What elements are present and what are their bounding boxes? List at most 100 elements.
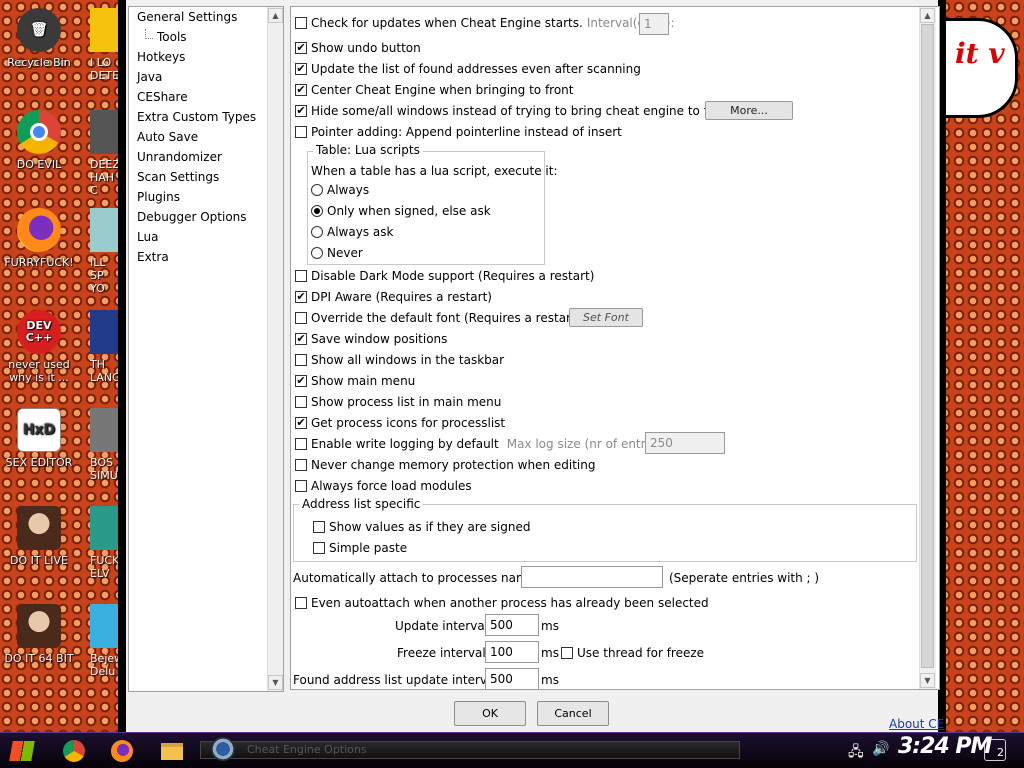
tree-item-extra-custom-types[interactable]: Extra Custom Types <box>137 110 256 124</box>
show-process-list-checkbox[interactable] <box>295 396 307 408</box>
show-main-menu-option[interactable]: ✔ Show main menu <box>295 373 415 389</box>
hide-windows-checkbox[interactable]: ✔ <box>295 105 307 117</box>
scroll-down-icon[interactable]: ▼ <box>268 675 283 690</box>
never-change-protection-option[interactable]: Never change memory protection when edit… <box>295 457 595 473</box>
pointer-adding-checkbox[interactable] <box>295 126 307 138</box>
desktop-icon-partial[interactable]: I LO DETECT <box>90 8 120 82</box>
lua-always-ask-option[interactable]: Always ask <box>311 224 393 240</box>
dpi-aware-option[interactable]: ✔ DPI Aware (Requires a restart) <box>295 289 492 305</box>
simple-paste-checkbox[interactable] <box>313 542 325 554</box>
even-autoattach-option[interactable]: Even autoattach when another process has… <box>295 595 709 611</box>
max-log-size-input[interactable]: 250 <box>645 432 725 454</box>
show-undo-option[interactable]: ✔ Show undo button <box>295 40 421 56</box>
tree-item-plugins[interactable]: Plugins <box>137 190 180 204</box>
more-button[interactable]: More... <box>705 101 793 120</box>
auto-attach-input[interactable] <box>521 566 663 588</box>
taskbar-firefox[interactable] <box>108 737 136 765</box>
center-ce-checkbox[interactable]: ✔ <box>295 84 307 96</box>
taskbar-file-explorer[interactable] <box>158 737 186 765</box>
update-interval-days-input[interactable]: 1 <box>639 13 669 35</box>
tree-item-unrandomizer[interactable]: Unrandomizer <box>137 150 222 164</box>
show-all-taskbar-option[interactable]: Show all windows in the taskbar <box>295 352 504 368</box>
update-list-option[interactable]: ✔ Update the list of found addresses even… <box>295 61 641 77</box>
save-positions-option[interactable]: ✔ Save window positions <box>295 331 447 347</box>
tree-item-tools[interactable]: Tools <box>157 30 187 44</box>
override-font-option[interactable]: Override the default font (Requires a re… <box>295 310 580 326</box>
always-force-load-option[interactable]: Always force load modules <box>295 478 472 494</box>
cancel-button[interactable]: Cancel <box>537 701 609 726</box>
recycle-bin-desktop-icon[interactable]: 🗑 Recycle Bin <box>0 8 78 69</box>
hide-windows-option[interactable]: ✔ Hide some/all windows instead of trying… <box>295 103 732 119</box>
simple-paste-option[interactable]: Simple paste <box>313 540 407 556</box>
do-evil-desktop-icon[interactable]: DO EVIL <box>0 110 78 171</box>
tree-scrollbar[interactable]: ▲ ▼ <box>267 7 283 691</box>
sex-editor-desktop-icon[interactable]: HxD SEX EDITOR <box>0 408 78 469</box>
show-main-menu-checkbox[interactable]: ✔ <box>295 375 307 387</box>
save-positions-checkbox[interactable]: ✔ <box>295 333 307 345</box>
disable-dark-option[interactable]: Disable Dark Mode support (Requires a re… <box>295 268 594 284</box>
scrollbar-thumb[interactable] <box>921 24 934 668</box>
use-thread-freeze-checkbox[interactable] <box>561 647 573 659</box>
update-interval-input[interactable]: 500 <box>485 614 539 636</box>
center-ce-option[interactable]: ✔ Center Cheat Engine when bringing to fr… <box>295 82 574 98</box>
tree-item-hotkeys[interactable]: Hotkeys <box>137 50 185 64</box>
settings-category-tree[interactable]: General Settings Tools Hotkeys Java CESh… <box>128 6 284 692</box>
show-signed-checkbox[interactable] <box>313 521 325 533</box>
tree-item-debugger-options[interactable]: Debugger Options <box>137 210 247 224</box>
desktop-icon-partial[interactable]: Bejew Delu <box>90 604 120 678</box>
taskbar-active-window[interactable]: Cheat Engine Options <box>200 737 740 761</box>
desktop-icon-partial[interactable]: ILL SP YO <box>90 208 120 295</box>
lua-signed-radio[interactable] <box>311 205 323 217</box>
furryfuck-desktop-icon[interactable]: FURRYFUCK! <box>0 208 78 269</box>
do-it-live-desktop-icon[interactable]: DO IT LIVE <box>0 506 78 567</box>
tree-item-ceshare[interactable]: CEShare <box>137 90 188 104</box>
even-autoattach-checkbox[interactable] <box>295 597 307 609</box>
tree-item-auto-save[interactable]: Auto Save <box>137 130 198 144</box>
update-list-checkbox[interactable]: ✔ <box>295 63 307 75</box>
settings-scrollbar[interactable]: ▲ ▼ <box>919 7 936 689</box>
never-change-protection-checkbox[interactable] <box>295 459 307 471</box>
lua-always-ask-radio[interactable] <box>311 226 323 238</box>
use-thread-freeze-option[interactable]: Use thread for freeze <box>561 645 704 661</box>
tree-item-extra[interactable]: Extra <box>137 250 169 264</box>
do-it-64-bit-desktop-icon[interactable]: DO IT 64 BIT <box>0 604 78 665</box>
show-undo-checkbox[interactable]: ✔ <box>295 42 307 54</box>
show-signed-option[interactable]: Show values as if they are signed <box>313 519 530 535</box>
about-ce-link[interactable]: About CE <box>889 717 944 731</box>
lua-never-radio[interactable] <box>311 247 323 259</box>
found-list-interval-input[interactable]: 500 <box>485 668 539 690</box>
override-font-checkbox[interactable] <box>295 312 307 324</box>
desktop-icon-partial[interactable]: TH LANGUA <box>90 310 120 384</box>
show-process-list-option[interactable]: Show process list in main menu <box>295 394 501 410</box>
always-force-load-checkbox[interactable] <box>295 480 307 492</box>
freeze-interval-input[interactable]: 100 <box>485 641 539 663</box>
tree-item-scan-settings[interactable]: Scan Settings <box>137 170 219 184</box>
volume-icon[interactable]: 🔊 <box>872 741 889 757</box>
desktop-icon-partial[interactable]: BOS SIMUL <box>90 408 120 482</box>
network-icon[interactable]: 🖧 <box>848 741 864 765</box>
lua-always-option[interactable]: Always <box>311 182 369 198</box>
desktop-icon-partial[interactable]: DEEZ HAH C <box>90 110 120 197</box>
lua-never-option[interactable]: Never <box>311 245 363 261</box>
get-process-icons-checkbox[interactable]: ✔ <box>295 417 307 429</box>
pointer-adding-option[interactable]: Pointer adding: Append pointerline inste… <box>295 124 622 140</box>
show-all-taskbar-checkbox[interactable] <box>295 354 307 366</box>
disable-dark-checkbox[interactable] <box>295 270 307 282</box>
dpi-aware-checkbox[interactable]: ✔ <box>295 291 307 303</box>
lua-signed-option[interactable]: Only when signed, else ask <box>311 203 491 219</box>
desktop-icon-partial[interactable]: FUCK ELV <box>90 506 120 580</box>
tree-item-lua[interactable]: Lua <box>137 230 158 244</box>
scroll-down-icon[interactable]: ▼ <box>920 673 935 688</box>
scroll-up-icon[interactable]: ▲ <box>920 8 935 23</box>
set-font-button[interactable]: Set Font <box>569 308 643 327</box>
lua-always-radio[interactable] <box>311 184 323 196</box>
scroll-up-icon[interactable]: ▲ <box>268 8 283 23</box>
dev-cpp-desktop-icon[interactable]: DEV C++ never used why is it ... <box>0 310 78 384</box>
check-updates-option[interactable]: Check for updates when Cheat Engine star… <box>295 15 675 31</box>
start-button[interactable] <box>8 737 36 765</box>
check-updates-checkbox[interactable] <box>295 17 307 29</box>
taskbar-chrome[interactable] <box>60 737 88 765</box>
ok-button[interactable]: OK <box>454 701 526 726</box>
enable-write-logging-option[interactable]: Enable write logging by default Max log s… <box>295 436 667 452</box>
get-process-icons-option[interactable]: ✔ Get process icons for processlist <box>295 415 505 431</box>
